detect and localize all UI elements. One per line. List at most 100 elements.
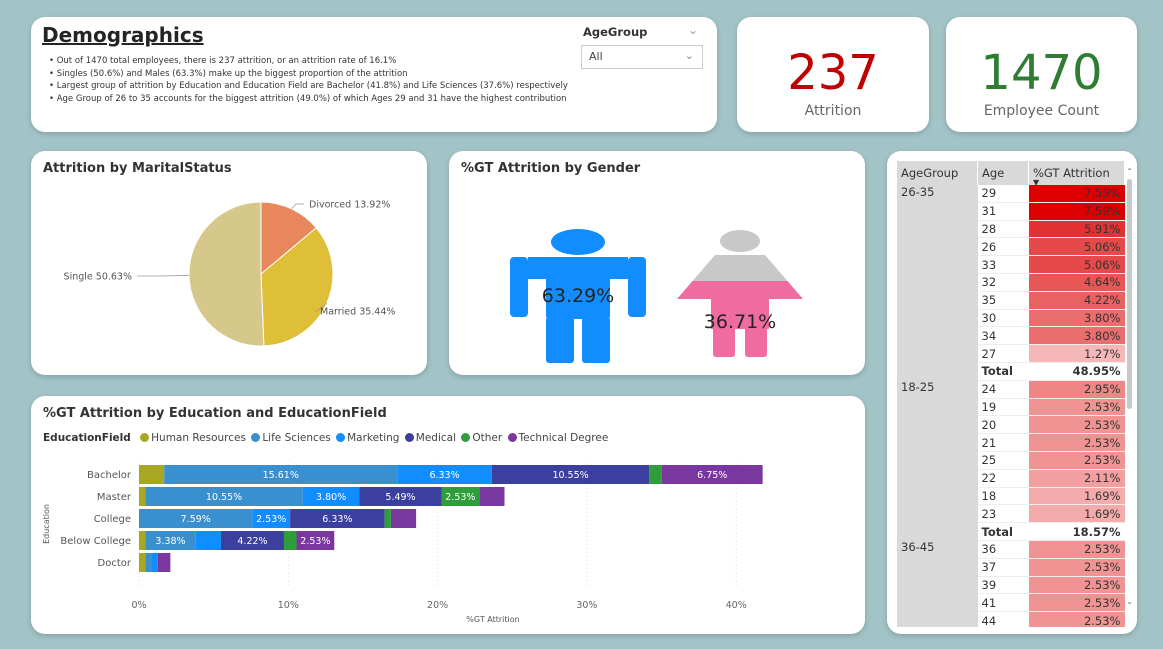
bar-data-label: 7.59% — [181, 514, 211, 525]
marital-status-card: Attrition by MaritalStatus Divorced 13.9… — [31, 151, 427, 375]
matrix-header-age[interactable]: Age — [977, 161, 1029, 185]
bar-segment[interactable] — [151, 553, 158, 572]
matrix-value-cell: 3.80% — [1028, 326, 1125, 346]
y-category-label: Master — [97, 492, 132, 503]
x-tick-label: 20% — [427, 600, 448, 611]
bar-segment[interactable] — [139, 553, 146, 572]
bar-segment[interactable] — [139, 487, 146, 506]
bar-segment[interactable] — [283, 531, 297, 550]
bullet-item: Age Group of 26 to 35 accounts for the b… — [49, 93, 568, 106]
male-percent-label: 63.29% — [541, 285, 615, 307]
bar-segment[interactable] — [139, 531, 146, 550]
pie-data-label: Married 35.44% — [320, 307, 395, 318]
slicer-collapse-chevron-icon[interactable]: ⌄ — [688, 23, 698, 37]
bar-segment[interactable] — [649, 465, 662, 484]
female-figure-icon[interactable] — [675, 229, 805, 359]
agegroup-slicer-value: All — [589, 50, 603, 63]
attrition-kpi-label: Attrition — [804, 103, 862, 119]
matrix-value-cell: 7.59% — [1028, 202, 1125, 221]
matrix-age-cell: 29 — [977, 185, 1029, 203]
matrix-value-cell: 2.53% — [1028, 433, 1125, 452]
x-axis-title: %GT Attrition — [466, 615, 519, 624]
matrix-age-cell: 37 — [977, 558, 1029, 577]
matrix-value-cell: 2.53% — [1028, 451, 1125, 470]
bar-data-label: 5.49% — [385, 492, 415, 503]
matrix-total-value: 48.95% — [1028, 362, 1125, 381]
matrix-value-cell: 3.80% — [1028, 309, 1125, 328]
matrix-age-cell: 39 — [977, 576, 1029, 595]
bar-segment[interactable] — [145, 553, 152, 572]
matrix-value-cell: 5.91% — [1028, 220, 1125, 239]
attrition-kpi-card: 237 Attrition — [737, 17, 929, 132]
pie-slice-single[interactable] — [188, 201, 265, 347]
marital-pie-chart[interactable]: Divorced 13.92% Married 35.44% Single 50.6… — [31, 151, 427, 375]
matrix-header-attrition[interactable]: %GT Attrition ▼ — [1028, 161, 1125, 187]
matrix-value-cell: 2.53% — [1028, 415, 1125, 435]
matrix-total-value: 18.57% — [1028, 522, 1125, 541]
matrix-age-cell: 24 — [977, 380, 1029, 399]
employee-count-kpi-label: Employee Count — [983, 103, 1100, 119]
matrix-header-agegroup[interactable]: AgeGroup — [897, 161, 978, 185]
agegroup-slicer-dropdown[interactable]: All ⌄ — [581, 45, 703, 69]
y-category-label: Bachelor — [87, 470, 132, 481]
matrix-age-cell: 28 — [977, 220, 1029, 239]
matrix-value-cell: 4.64% — [1028, 273, 1125, 292]
bullet-item: Largest group of attrition by Education … — [49, 80, 568, 93]
table-row[interactable]: 26-35 29 7.59% — [897, 185, 1125, 381]
table-row[interactable]: 36-45 36 2.53% — [897, 540, 1125, 627]
bar-segment[interactable] — [390, 509, 417, 528]
age-attrition-matrix[interactable]: AgeGroup Age %GT Attrition ▼ 26-35 29 7.59… — [897, 161, 1125, 627]
bullet-item: Singles (50.6%) and Males (63.3%) make u… — [49, 68, 568, 81]
education-card: %GT Attrition by Education and Education… — [31, 396, 865, 634]
attrition-kpi-value: 237 — [787, 45, 879, 101]
gender-card: %GT Attrition by Gender 63.29% 36.71% — [449, 151, 865, 375]
x-tick-label: 30% — [576, 600, 597, 611]
age-matrix-card: AgeGroup Age %GT Attrition ▼ 26-35 29 7.59… — [887, 151, 1137, 634]
matrix-age-cell: 32 — [977, 273, 1029, 292]
matrix-age-cell: 33 — [977, 255, 1029, 274]
employee-count-kpi-value: 1470 — [980, 45, 1103, 101]
bar-data-label: 2.53% — [300, 536, 330, 547]
bar-segment[interactable] — [384, 509, 391, 528]
x-tick-label: 40% — [726, 600, 747, 611]
bar-data-label: 6.33% — [322, 514, 352, 525]
y-category-label: College — [94, 514, 131, 525]
matrix-age-cell: 19 — [977, 398, 1029, 417]
matrix-group-cell[interactable]: 18-25 — [897, 380, 978, 541]
matrix-value-cell: 2.53% — [1028, 576, 1125, 595]
matrix-age-cell: 26 — [977, 237, 1029, 257]
matrix-group-cell[interactable]: 26-35 — [897, 185, 978, 381]
bar-segment[interactable] — [479, 487, 505, 506]
matrix-age-cell: 22 — [977, 469, 1029, 488]
matrix-age-cell: 21 — [977, 433, 1029, 452]
bar-data-label: 4.22% — [237, 536, 267, 547]
bar-data-label: 6.33% — [429, 470, 459, 481]
bullet-item: Out of 1470 total employees, there is 23… — [49, 55, 568, 68]
matrix-value-cell: 2.11% — [1028, 469, 1125, 488]
matrix-scrollbar[interactable] — [1127, 179, 1132, 409]
matrix-value-cell: 1.69% — [1028, 487, 1125, 506]
matrix-value-cell: 7.59% — [1028, 185, 1125, 203]
bar-data-label: 3.38% — [155, 536, 185, 547]
matrix-age-cell: 18 — [977, 487, 1029, 506]
table-row[interactable]: 18-25 24 2.95% — [897, 380, 1125, 541]
matrix-age-cell: 27 — [977, 344, 1029, 363]
matrix-age-cell: 23 — [977, 504, 1029, 524]
bar-data-label: 10.55% — [206, 492, 242, 503]
matrix-age-cell: 34 — [977, 326, 1029, 346]
female-percent-label: 36.71% — [703, 311, 777, 333]
matrix-scroll-up-icon[interactable]: ⌃ — [1126, 167, 1133, 176]
matrix-scroll-down-icon[interactable]: ⌄ — [1126, 597, 1133, 606]
chevron-down-icon: ⌄ — [684, 49, 694, 62]
bar-data-label: 10.55% — [552, 470, 588, 481]
matrix-value-cell: 1.69% — [1028, 504, 1125, 524]
bar-data-label: 3.80% — [316, 492, 346, 503]
matrix-value-cell: 2.53% — [1028, 398, 1125, 417]
pie-data-label: Single 50.63% — [64, 272, 132, 283]
bar-segment[interactable] — [195, 531, 221, 550]
matrix-group-cell[interactable]: 36-45 — [897, 540, 978, 627]
sort-descending-icon: ▼ — [1033, 178, 1040, 187]
bar-segment[interactable] — [139, 465, 165, 484]
bar-segment[interactable] — [157, 553, 171, 572]
matrix-value-cell: 2.53% — [1028, 611, 1125, 627]
